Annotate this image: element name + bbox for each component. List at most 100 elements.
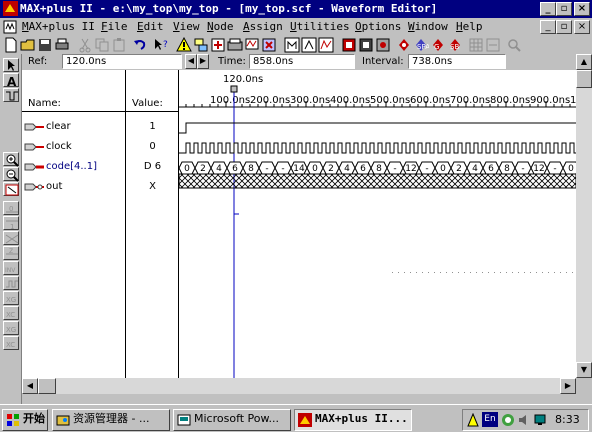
undo-icon[interactable]	[132, 37, 148, 53]
project-save-icon[interactable]	[301, 37, 317, 53]
floorplan-icon[interactable]	[210, 37, 226, 53]
app-icon[interactable]	[3, 1, 18, 16]
task-maxplus[interactable]: MAX+plus II...	[294, 409, 412, 431]
new-icon[interactable]	[3, 37, 19, 53]
network-icon[interactable]	[501, 413, 515, 427]
guide-dot	[458, 272, 459, 273]
horizontal-scrollbar[interactable]: ◀ ▶	[22, 378, 576, 394]
guide-dot	[434, 272, 435, 273]
scroll-right-button[interactable]: ▶	[560, 378, 576, 394]
copy-icon[interactable]	[94, 37, 110, 53]
zoom-out-icon[interactable]	[3, 167, 19, 182]
ime-icon[interactable]	[467, 413, 479, 427]
scroll-left-button[interactable]: ◀	[22, 378, 38, 394]
minimize-button[interactable]: _	[540, 2, 556, 16]
guide-dot	[560, 272, 561, 273]
menu-options[interactable]: Options	[355, 20, 401, 33]
waveform-canvas[interactable]: 100.0ns 200.0ns 300.0ns 400.0ns 500.0ns 600.0…	[179, 70, 576, 378]
paste-icon[interactable]	[111, 37, 127, 53]
menu-edit[interactable]: Edit	[137, 20, 164, 33]
selection-tool-icon[interactable]	[3, 58, 19, 72]
document-icon[interactable]	[3, 20, 17, 34]
invert-icon[interactable]: INV	[3, 261, 19, 275]
display-icon[interactable]	[533, 413, 547, 427]
menu-assign[interactable]: Assign	[243, 20, 283, 33]
signal-name-2[interactable]: code[4..1]	[46, 161, 97, 172]
overwrite-value-icon[interactable]: XG	[3, 321, 19, 335]
menu-help[interactable]: Help	[456, 20, 483, 33]
child-minimize-button[interactable]: _	[540, 20, 556, 34]
signal-name-3[interactable]: out	[46, 181, 62, 192]
find-node-icon[interactable]: SB	[447, 37, 463, 53]
menu-window[interactable]: Window	[408, 20, 448, 33]
vertical-scrollbar[interactable]: ▲ ▼	[576, 54, 592, 378]
menu-view[interactable]: View	[173, 20, 200, 33]
overwrite-1-icon[interactable]: 1	[3, 216, 19, 231]
vertical-scroll-thumb[interactable]	[576, 70, 592, 88]
simulator-icon[interactable]	[244, 37, 260, 53]
ref-prev-button[interactable]: ◀	[185, 54, 197, 69]
find-next-icon[interactable]: SPA	[413, 37, 429, 53]
scroll-down-button[interactable]: ▼	[576, 362, 592, 378]
overwrite-random-icon[interactable]: XC	[3, 336, 19, 350]
child-restore-button[interactable]: ▫	[556, 20, 572, 34]
language-indicator[interactable]: En	[482, 412, 498, 427]
compiler-icon[interactable]	[227, 37, 243, 53]
waveform-draw-icon[interactable]	[3, 88, 19, 102]
find-icon[interactable]	[396, 37, 412, 53]
menu-file[interactable]: File	[101, 20, 128, 33]
waveform-area[interactable]: 100.0ns 200.0ns 300.0ns 400.0ns 500.0ns 600.0…	[179, 70, 576, 378]
cut-icon[interactable]	[77, 37, 93, 53]
ref-next-button[interactable]: ▶	[197, 54, 209, 69]
zoom-icon[interactable]	[506, 37, 522, 53]
menu-maxplus[interactable]: MAX+plus II	[22, 20, 95, 33]
clear-waveform	[179, 122, 576, 134]
maximize-button[interactable]: ▫	[556, 2, 572, 16]
grid-icon[interactable]	[468, 37, 484, 53]
project-timing-icon[interactable]	[358, 37, 374, 53]
horizontal-scroll-thumb[interactable]	[38, 378, 56, 394]
text-tool-icon[interactable]: A	[3, 73, 19, 88]
signal-name-1[interactable]: clock	[46, 141, 72, 152]
task-explorer[interactable]: 资源管理器 - ...	[52, 409, 170, 431]
open-icon[interactable]	[20, 37, 36, 53]
task-powerpoint[interactable]: Microsoft Pow...	[173, 409, 291, 431]
overwrite-x-icon[interactable]	[3, 231, 19, 245]
guide-dot	[470, 272, 471, 273]
hierarchy-icon[interactable]	[193, 37, 209, 53]
overwrite-group-icon[interactable]: XC	[3, 306, 19, 320]
warning-icon[interactable]	[176, 37, 192, 53]
ref-field[interactable]: 120.0ns	[62, 54, 182, 69]
zoom-in-icon[interactable]	[3, 152, 19, 167]
project-simulate-icon[interactable]	[341, 37, 357, 53]
overwrite-z-icon[interactable]: Z	[3, 246, 19, 260]
project-compile-icon[interactable]	[318, 37, 334, 53]
menu-node[interactable]: Node	[207, 20, 234, 33]
clock-waveform	[179, 142, 576, 154]
speaker-icon[interactable]	[517, 413, 531, 427]
print-icon[interactable]	[54, 37, 70, 53]
overwrite-clock-icon[interactable]	[3, 276, 19, 290]
save-icon[interactable]	[37, 37, 53, 53]
close-button[interactable]: ×	[574, 2, 590, 16]
guide-dot	[536, 272, 537, 273]
scroll-up-button[interactable]: ▲	[576, 54, 592, 70]
help-pointer-icon[interactable]: ?	[153, 37, 169, 53]
find-prev-icon[interactable]: G	[430, 37, 446, 53]
snap-icon[interactable]	[485, 37, 501, 53]
timing-icon[interactable]	[261, 37, 277, 53]
menu-utilities[interactable]: Utilities	[290, 20, 350, 33]
guide-dot	[392, 272, 393, 273]
guide-dot	[428, 272, 429, 273]
bus-value-label: 4	[344, 164, 350, 174]
overwrite-count-icon[interactable]: XG	[3, 291, 19, 305]
overwrite-0-icon[interactable]: 0	[3, 201, 19, 215]
fit-window-icon[interactable]	[3, 182, 19, 196]
programmer-device-icon[interactable]	[375, 37, 391, 53]
child-close-button[interactable]: ×	[574, 20, 590, 34]
start-button[interactable]: 开始	[2, 409, 48, 431]
guide-dot	[572, 272, 573, 273]
programmer-icon[interactable]	[284, 37, 300, 53]
name-column-header: Name:	[28, 98, 61, 109]
signal-name-0[interactable]: clear	[46, 121, 71, 132]
